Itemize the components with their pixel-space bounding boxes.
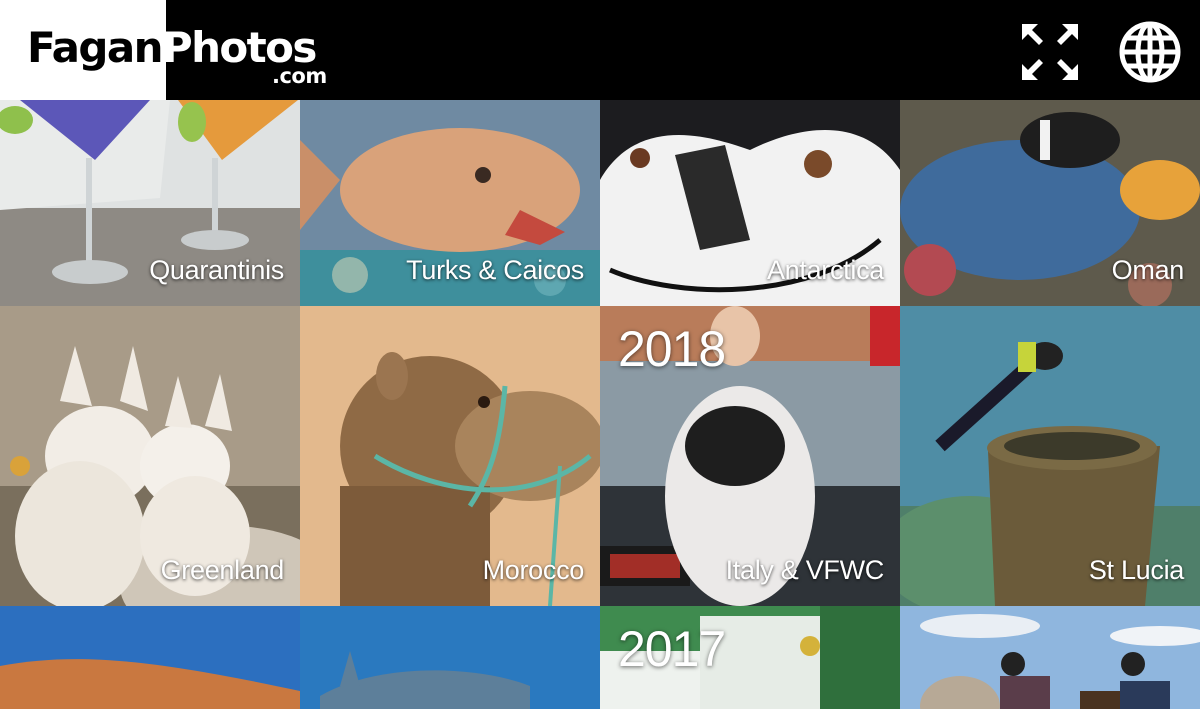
gallery-tile-horse-riding[interactable] <box>900 606 1200 709</box>
globe-icon[interactable] <box>1118 20 1182 84</box>
gallery-tile-oman[interactable]: Oman <box>900 100 1200 306</box>
tile-label: Greenland <box>160 555 285 585</box>
gallery-tile-shark[interactable] <box>300 606 600 709</box>
gallery-tile-greenland[interactable]: Greenland <box>0 306 300 606</box>
gallery-tile-desert[interactable] <box>0 606 300 709</box>
tile-label: Italy & VFWC <box>725 555 885 585</box>
gallery-tile-quarantinis[interactable]: Quarantinis <box>0 100 300 306</box>
logo-text-dark: Fagan <box>27 23 163 72</box>
gallery-tile-st-lucia[interactable]: St Lucia <box>900 306 1200 606</box>
gallery-tile-2017[interactable]: 2017 <box>600 606 900 709</box>
photo-sand-dunes <box>0 606 300 709</box>
tile-year: 2017 <box>618 621 726 677</box>
gallery-tile-morocco[interactable]: Morocco <box>300 306 600 606</box>
tile-label: Antarctica <box>766 255 884 285</box>
gallery-tile-turks-caicos[interactable]: Turks & Caicos <box>300 100 600 306</box>
tile-year: 2018 <box>618 321 726 377</box>
tile-label: Quarantinis <box>149 255 284 285</box>
tile-label: Turks & Caicos <box>406 255 584 285</box>
gallery-tile-italy-vfwc[interactable]: 2018 Italy & VFWC <box>600 306 900 606</box>
photo-horse-riders <box>900 606 1200 709</box>
site-header: FaganPhotos .com <box>0 0 1200 100</box>
logo-domain-suffix: .com <box>272 64 327 88</box>
gallery-tile-antarctica[interactable]: Antarctica <box>600 100 900 306</box>
tile-label: St Lucia <box>1088 555 1184 585</box>
photo-gallery-grid: Quarantinis Turks & Caicos Antarctica Om… <box>0 100 1200 709</box>
photo-shark <box>300 606 600 709</box>
fullscreen-expand-icon[interactable] <box>1018 20 1082 84</box>
tile-label: Oman <box>1111 255 1185 285</box>
tile-label: Morocco <box>482 555 585 585</box>
